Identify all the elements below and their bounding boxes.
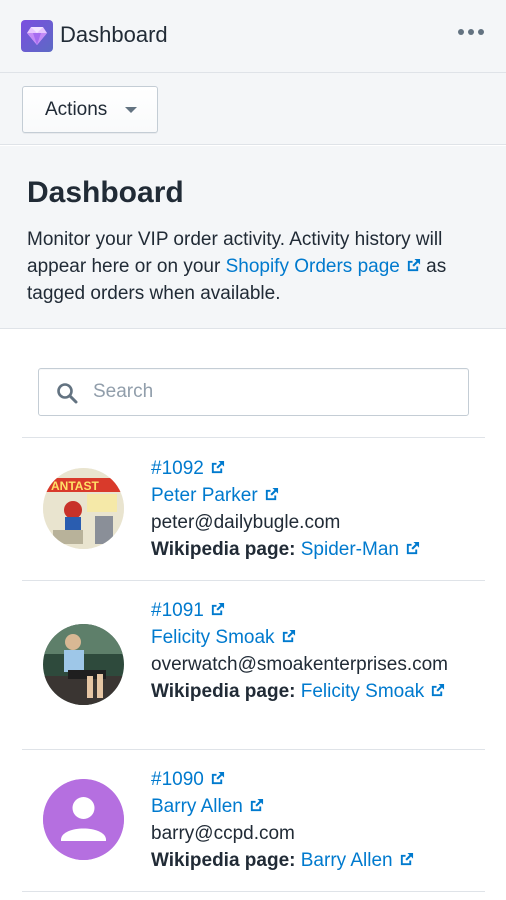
external-link-icon xyxy=(406,541,420,555)
caret-down-icon xyxy=(125,107,137,113)
customer-name-link[interactable]: Felicity Smoak xyxy=(151,627,296,648)
customer-name: Peter Parker xyxy=(151,485,258,506)
wikipedia-link-label: Barry Allen xyxy=(300,850,393,871)
app-title: Dashboard xyxy=(60,22,168,47)
actions-label: Actions xyxy=(45,98,108,120)
shopify-orders-link[interactable]: Shopify Orders page xyxy=(226,256,421,277)
customer-info: #1091 Felicity Smoak overwatch@smoakente… xyxy=(151,597,491,705)
customer-name-link[interactable]: Peter Parker xyxy=(151,485,279,506)
list-item: #1090 Barry Allen barry@ccpd.com Wikiped… xyxy=(22,766,485,891)
wikipedia-label: Wikipedia page: xyxy=(151,539,296,560)
external-link-icon xyxy=(282,629,295,643)
customer-email: barry@ccpd.com xyxy=(151,823,295,844)
dot-icon xyxy=(458,29,464,35)
search-input[interactable] xyxy=(93,369,463,415)
list-item: #1091 Felicity Smoak overwatch@smoakente… xyxy=(22,597,485,749)
external-link-icon xyxy=(211,460,224,474)
comic-cover-avatar: ANTAST xyxy=(43,468,124,549)
wikipedia-label: Wikipedia page: xyxy=(151,850,296,871)
shopify-orders-link-label: Shopify Orders page xyxy=(225,256,400,277)
wikipedia-link[interactable]: Spider-Man xyxy=(301,539,420,560)
order-number: #1092 xyxy=(151,458,204,479)
default-person-avatar xyxy=(43,779,124,860)
app-topbar: Dashboard xyxy=(0,0,506,73)
gem-icon xyxy=(21,20,53,52)
page-description: Monitor your VIP order activity. Activit… xyxy=(27,226,487,307)
wikipedia-link-label: Spider-Man xyxy=(300,539,399,560)
external-link-icon xyxy=(250,798,263,812)
dot-icon xyxy=(478,29,484,35)
customer-name: Barry Allen xyxy=(151,796,243,817)
dot-icon xyxy=(468,29,474,35)
wikipedia-link-label: Felicity Smoak xyxy=(300,681,425,702)
external-link-icon xyxy=(211,771,224,785)
divider xyxy=(22,891,485,892)
external-link-icon xyxy=(211,602,224,616)
actions-dropdown-button[interactable]: Actions xyxy=(22,86,158,133)
page-title: Dashboard xyxy=(27,176,184,209)
order-link[interactable]: #1091 xyxy=(151,600,225,621)
search-icon xyxy=(57,383,78,404)
action-bar: Actions xyxy=(0,73,506,145)
list-item: ANTAST #1092 Peter Parker peter@dailybug… xyxy=(22,455,485,580)
customer-email: peter@dailybugle.com xyxy=(151,512,341,533)
divider xyxy=(22,749,485,750)
customer-name-link[interactable]: Barry Allen xyxy=(151,796,264,817)
more-actions-button[interactable] xyxy=(458,22,484,42)
photo-avatar xyxy=(43,624,124,705)
divider xyxy=(22,437,485,438)
external-link-icon xyxy=(265,487,278,501)
customer-name: Felicity Smoak xyxy=(151,627,275,648)
wikipedia-link[interactable]: Barry Allen xyxy=(301,850,414,871)
svg-text:ANTAST: ANTAST xyxy=(51,479,99,493)
order-link[interactable]: #1090 xyxy=(151,769,225,790)
customer-email: overwatch@smoakenterprises.com xyxy=(151,654,449,675)
search-field[interactable] xyxy=(38,368,469,416)
person-icon xyxy=(43,779,124,860)
customer-info: #1092 Peter Parker peter@dailybugle.com … xyxy=(151,455,491,563)
customer-info: #1090 Barry Allen barry@ccpd.com Wikiped… xyxy=(151,766,491,874)
order-number: #1090 xyxy=(151,769,204,790)
external-link-icon xyxy=(400,852,413,866)
external-link-icon xyxy=(432,683,445,697)
divider xyxy=(22,580,485,581)
page-header: Dashboard Monitor your VIP order activit… xyxy=(0,146,506,329)
wikipedia-label: Wikipedia page: xyxy=(151,681,296,702)
order-link[interactable]: #1092 xyxy=(151,458,225,479)
external-link-icon xyxy=(407,258,420,272)
order-number: #1091 xyxy=(151,600,204,621)
wikipedia-link[interactable]: Felicity Smoak xyxy=(301,681,446,702)
